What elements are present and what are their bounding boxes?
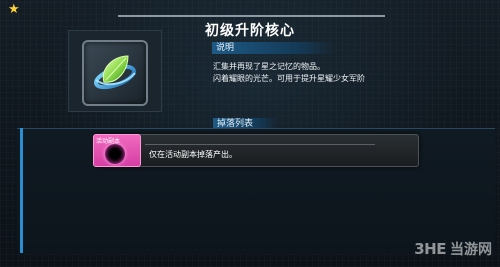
description-line: 汇集并再现了星之记忆的物品。: [213, 62, 325, 71]
drop-source-text: 仅在活动副本掉落产出。: [149, 150, 237, 159]
item-icon-tile: [82, 40, 148, 106]
item-title: 初级升阶核心: [205, 23, 295, 39]
watermark-site-name: 当游网: [450, 242, 492, 258]
title-divider: [118, 15, 385, 17]
description-text: 汇集并再现了星之记忆的物品。 闪着耀眼的光芒。可用于提升星耀少女军阶: [213, 61, 483, 85]
black-hole-orb-icon: [105, 144, 125, 164]
event-stage-tag[interactable]: 活动副本: [93, 134, 141, 167]
favorite-star-icon[interactable]: ★: [8, 3, 20, 16]
description-header: 说明: [212, 42, 334, 54]
green-crystal-core-icon: [94, 55, 136, 90]
drop-source-row[interactable]: [95, 134, 419, 167]
drop-list-accent-bar: [20, 128, 23, 253]
watermark-logo: 3HE: [414, 240, 446, 258]
description-line: 闪着耀眼的光芒。可用于提升星耀少女军阶: [213, 74, 365, 83]
watermark: 3HE 当游网: [414, 239, 492, 259]
drop-row-divider: [145, 144, 375, 145]
